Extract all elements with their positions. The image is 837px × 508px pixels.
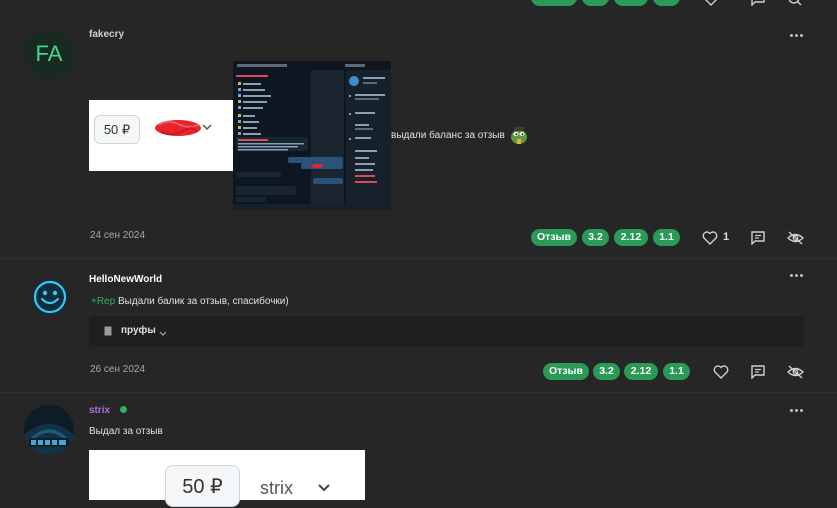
spoiler-label: пруфы — [121, 325, 156, 336]
tag-pill[interactable]: Отзыв — [543, 363, 589, 380]
like-count: 1 — [723, 231, 730, 243]
post-image-chat-screenshot[interactable] — [233, 61, 391, 210]
post-date: 24 сен 2024 — [90, 230, 146, 241]
more-icon[interactable] — [790, 409, 804, 413]
tag-pill[interactable]: 1.1 — [663, 363, 690, 380]
post-text: Выдал за отзыв — [89, 426, 163, 437]
online-indicator — [120, 406, 127, 413]
hide-icon[interactable] — [787, 0, 803, 6]
amount-box: 50 ₽ — [165, 465, 240, 507]
username[interactable]: strix — [89, 405, 110, 416]
post-date: 26 сен 2024 — [90, 364, 146, 375]
post-caption: выдали баланс за отзыв — [391, 130, 505, 141]
more-icon[interactable] — [790, 274, 804, 278]
tag-pill[interactable]: 2.12 — [614, 229, 648, 246]
hide-icon[interactable] — [787, 364, 804, 380]
post-divider — [0, 392, 837, 393]
tag-pill[interactable]: 3.2 — [582, 229, 609, 246]
post-image-amount[interactable]: 50 ₽ strix — [89, 450, 365, 507]
comment-icon[interactable] — [750, 231, 766, 245]
tag-pill[interactable]: Отзыв — [531, 229, 577, 246]
post-image-amount[interactable]: 50 ₽ — [89, 100, 233, 171]
tag-pill[interactable]: 1.1 — [653, 229, 680, 246]
document-icon — [104, 326, 112, 339]
amount-box: 50 ₽ — [94, 115, 140, 144]
amount-value: 50 ₽ — [103, 122, 131, 137]
tag-pill-prev[interactable] — [614, 0, 648, 6]
hide-icon[interactable] — [787, 230, 804, 246]
post-divider — [0, 258, 837, 259]
heart-icon[interactable] — [713, 365, 729, 379]
heart-icon[interactable] — [703, 0, 719, 6]
comment-icon[interactable] — [750, 365, 766, 379]
username[interactable]: fakecry — [89, 29, 124, 40]
rep-label: +Rep — [91, 296, 116, 307]
smiley-avatar-icon[interactable] — [30, 277, 70, 317]
amount-value: 50 ₽ — [182, 476, 223, 498]
tag-pill-prev[interactable] — [653, 0, 680, 6]
comment-icon[interactable] — [750, 0, 766, 6]
recipient-name: strix — [260, 478, 293, 498]
more-icon[interactable] — [790, 34, 804, 38]
chevron-down-icon — [318, 483, 330, 495]
pepe-emoji — [509, 125, 529, 145]
post-text: Выдали балик за отзыв, спасибочки) — [118, 296, 289, 307]
heart-icon[interactable] — [702, 231, 718, 245]
tag-pill-prev[interactable] — [582, 0, 609, 6]
tag-pill[interactable]: 2.12 — [624, 363, 658, 380]
spoiler-block[interactable]: пруфы — [89, 316, 804, 347]
avatar-initials: FA — [35, 41, 63, 66]
avatar[interactable] — [24, 405, 74, 455]
tag-pill[interactable]: 3.2 — [593, 363, 620, 380]
chevron-down-icon — [159, 328, 167, 340]
tag-pill-prev[interactable] — [531, 0, 577, 6]
avatar[interactable]: FA — [24, 29, 74, 79]
username[interactable]: HelloNewWorld — [89, 274, 162, 285]
chevron-down-icon — [202, 122, 212, 134]
redacted-scribble — [153, 117, 203, 139]
